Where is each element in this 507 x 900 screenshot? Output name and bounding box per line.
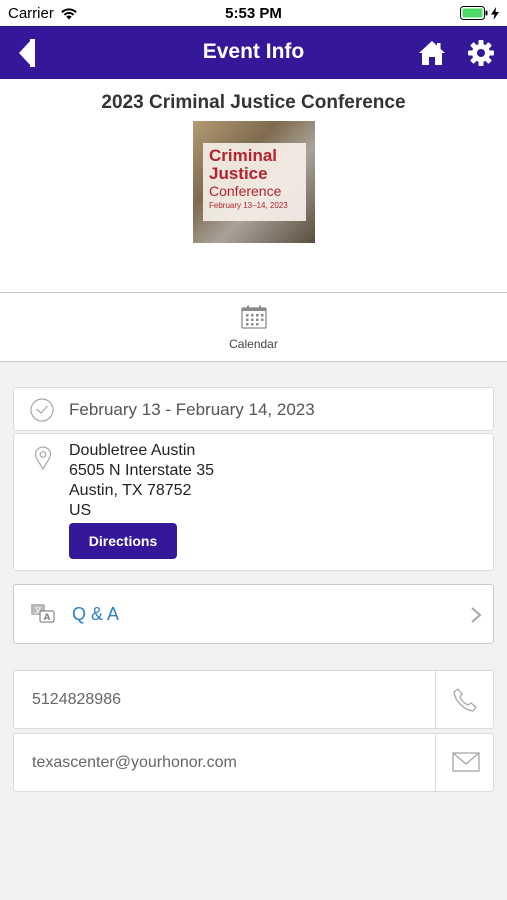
status-time: 5:53 PM [225,5,282,22]
event-header: 2023 Criminal Justice Conference Crimina… [0,79,507,293]
address-street: 6505 N Interstate 35 [69,462,214,479]
status-bar: Carrier 5:53 PM [0,0,507,26]
email-address: texascenter@yourhonor.com [32,754,237,771]
address-city: Austin, TX 78752 [69,482,192,499]
translate-chat-icon: 文 A [31,604,55,623]
call-button[interactable] [436,671,494,728]
phone-icon [453,688,477,712]
charging-bolt-icon [491,6,499,20]
svg-text:A: A [44,613,51,623]
home-button[interactable] [418,39,446,67]
chevron-right-icon [471,607,482,623]
event-location-card: Doubletree Austin 6505 N Interstate 35 A… [13,433,494,571]
email-row: texascenter@yourhonor.com [13,733,494,792]
address-country: US [69,502,92,519]
poster-line3: Conference [209,183,282,199]
settings-button[interactable] [467,39,495,67]
home-icon [419,41,445,65]
email-button[interactable] [436,734,494,791]
venue-name: Doubletree Austin [69,442,196,459]
poster-dates: February 13–14, 2023 [209,201,288,210]
event-date-range: February 13 - February 14, 2023 [69,400,315,419]
qa-label: Q & A [72,604,120,624]
battery-icon [460,6,499,20]
mail-icon [452,752,480,772]
location-pin-icon [34,446,52,470]
calendar-tab[interactable]: Calendar [205,293,302,362]
gear-icon [468,40,494,66]
phone-number: 5124828986 [32,691,121,708]
qa-row[interactable]: 文 A Q & A [13,584,494,644]
clock-icon [30,398,54,422]
poster-card: Criminal Justice Conference February 13–… [203,143,306,221]
nav-bar: Event Info [0,26,507,79]
calendar-icon [241,305,267,329]
event-poster-image: Criminal Justice Conference February 13–… [193,121,315,243]
event-title: 2023 Criminal Justice Conference [101,92,406,113]
event-date-row: February 13 - February 14, 2023 [13,387,494,431]
calendar-tab-label: Calendar [229,337,278,351]
directions-button[interactable]: Directions [69,523,177,559]
poster-line2: Justice [209,164,268,183]
event-tabs: Calendar [0,293,507,362]
poster-line1: Criminal [209,146,278,165]
phone-row: 5124828986 [13,670,494,729]
address-lines: Doubletree Austin 6505 N Interstate 35 A… [69,441,214,521]
